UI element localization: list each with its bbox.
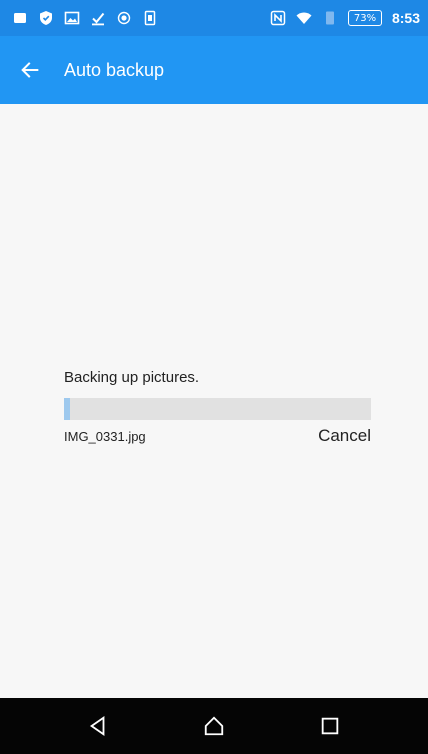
nfc-icon xyxy=(270,10,286,26)
navigation-bar xyxy=(0,698,428,754)
sim-icon xyxy=(142,10,158,26)
back-button[interactable] xyxy=(14,54,46,86)
app-bar: Auto backup xyxy=(0,36,428,104)
nav-home-button[interactable] xyxy=(192,704,236,748)
record-icon xyxy=(116,10,132,26)
download-icon xyxy=(90,10,106,26)
phone-icon xyxy=(322,10,338,26)
wifi-icon xyxy=(296,10,312,26)
stop-icon xyxy=(12,10,28,26)
status-bar: 73% 8:53 xyxy=(0,0,428,36)
progress-bar xyxy=(64,398,371,420)
backup-progress-panel: Backing up pictures. IMG_0331.jpg Cancel xyxy=(64,368,371,446)
status-icons-right: 73% 8:53 xyxy=(270,10,420,26)
nav-recents-button[interactable] xyxy=(308,704,352,748)
status-clock: 8:53 xyxy=(391,10,420,26)
progress-footer: IMG_0331.jpg Cancel xyxy=(64,426,371,446)
arrow-left-icon xyxy=(21,62,39,78)
cancel-button[interactable]: Cancel xyxy=(318,426,371,446)
page-title: Auto backup xyxy=(64,59,165,80)
nav-back-button[interactable] xyxy=(76,704,120,748)
status-icons-left xyxy=(12,10,158,26)
back-triangle-icon xyxy=(89,716,105,736)
progress-message: Backing up pictures. xyxy=(64,369,200,386)
shield-icon xyxy=(38,10,54,26)
image-icon xyxy=(64,10,80,26)
battery-indicator: 73% xyxy=(347,10,382,26)
home-icon xyxy=(204,716,224,736)
current-file-name: IMG_0331.jpg xyxy=(64,428,146,444)
recents-icon xyxy=(321,717,339,735)
progress-bar-fill xyxy=(64,398,71,420)
